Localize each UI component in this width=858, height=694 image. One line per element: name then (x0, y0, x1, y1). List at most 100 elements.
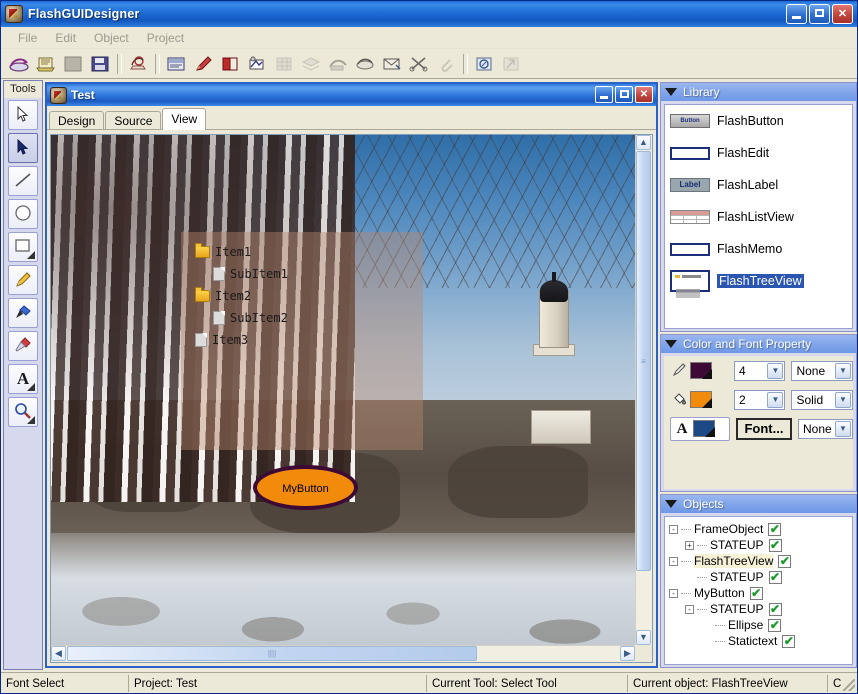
zoom-tool[interactable] (8, 397, 38, 427)
objects-row-stateup[interactable]: - STATEUP ✔ (669, 601, 852, 617)
scissors-icon[interactable] (406, 52, 432, 76)
run-icon[interactable] (498, 52, 524, 76)
scroll-right-button[interactable]: ▶ (620, 646, 635, 661)
select-tool[interactable] (8, 100, 38, 130)
document-close-button[interactable]: ✕ (635, 86, 653, 103)
text-color-picker[interactable]: A (670, 417, 730, 441)
expander-icon[interactable] (685, 573, 694, 582)
menu-item-object[interactable]: Object (85, 29, 138, 47)
resize-grip-icon[interactable] (843, 679, 855, 691)
font-button[interactable]: Font... (736, 418, 792, 440)
objects-row-stateup[interactable]: + STATEUP ✔ (669, 537, 852, 553)
text-style-combo[interactable]: None ▼ (798, 419, 853, 439)
library-item-flashedit[interactable]: FlashEdit (665, 137, 852, 169)
book-icon[interactable] (217, 52, 243, 76)
save-icon[interactable] (60, 52, 86, 76)
fill-style-combo[interactable]: Solid ▼ (791, 390, 853, 410)
chevron-down-icon[interactable]: ▼ (835, 421, 851, 437)
eyedropper-tool[interactable] (8, 331, 38, 361)
chevron-down-icon[interactable]: ▼ (767, 392, 783, 408)
expander-icon[interactable]: - (669, 589, 678, 598)
grid-icon[interactable] (271, 52, 297, 76)
shape-icon[interactable] (352, 52, 378, 76)
treeview-row[interactable]: SubItem2 (195, 308, 423, 328)
layers-icon[interactable] (298, 52, 324, 76)
objects-row-checkbox[interactable]: ✔ (778, 555, 791, 568)
treeview-row[interactable]: Item3 (195, 330, 423, 350)
expander-icon[interactable] (703, 637, 712, 646)
objects-row-checkbox[interactable]: ✔ (750, 587, 763, 600)
caret-down-icon[interactable] (665, 88, 677, 96)
scroll-up-button[interactable]: ▲ (636, 135, 651, 150)
tab-source[interactable]: Source (105, 111, 161, 130)
design-canvas[interactable]: Item1 SubItem1 Item2 SubItem2 (51, 135, 635, 645)
chevron-down-icon[interactable]: ▼ (835, 363, 851, 379)
menu-item-file[interactable]: File (9, 29, 46, 47)
library-item-flashtreeview[interactable]: FlashTreeView (665, 265, 852, 297)
library-item-flashlistview[interactable]: FlashListView (665, 201, 852, 233)
library-panel-header[interactable]: Library (661, 83, 856, 101)
pen-color-picker[interactable] (670, 362, 728, 380)
objects-row-checkbox[interactable]: ✔ (769, 539, 782, 552)
ellipse-tool[interactable] (8, 199, 38, 229)
expander-icon[interactable]: - (685, 605, 694, 614)
minimize-button[interactable] (786, 4, 807, 24)
horizontal-scroll-thumb[interactable]: |||| (67, 646, 477, 661)
tab-view[interactable]: View (162, 108, 206, 130)
menu-item-edit[interactable]: Edit (46, 29, 85, 47)
objects-row-statictext[interactable]: Statictext ✔ (669, 633, 852, 649)
color-font-panel-header[interactable]: Color and Font Property (661, 335, 856, 353)
pen-color-swatch[interactable] (690, 362, 712, 379)
scroll-down-button[interactable]: ▼ (636, 630, 651, 645)
objects-row-checkbox[interactable]: ✔ (768, 523, 781, 536)
mybutton-widget[interactable]: MyButton (253, 465, 358, 510)
pencil-tool[interactable] (8, 265, 38, 295)
line-tool[interactable] (8, 166, 38, 196)
fill-width-combo[interactable]: 2 ▼ (734, 390, 785, 410)
objects-row-flashtreeview[interactable]: - FlashTreeView ✔ (669, 553, 852, 569)
expander-icon[interactable]: + (685, 541, 694, 550)
envelope-icon[interactable] (379, 52, 405, 76)
chevron-down-icon[interactable]: ▼ (767, 363, 783, 379)
treeview-row[interactable]: Item1 (195, 242, 423, 262)
animate-icon[interactable] (325, 52, 351, 76)
objects-row-checkbox[interactable]: ✔ (769, 603, 782, 616)
library-item-flashlabel[interactable]: Label FlashLabel (665, 169, 852, 201)
new-icon[interactable] (6, 52, 32, 76)
menu-item-project[interactable]: Project (138, 29, 193, 47)
treeview-row[interactable]: SubItem1 (195, 264, 423, 284)
maximize-button[interactable] (809, 4, 830, 24)
caret-down-icon[interactable] (665, 500, 677, 508)
canvas-vertical-scrollbar[interactable]: ▲ ≡ ▼ (635, 135, 652, 645)
objects-row-stateup[interactable]: STATEUP ✔ (669, 569, 852, 585)
export-icon[interactable] (125, 52, 151, 76)
treeview-row[interactable]: Item2 (195, 286, 423, 306)
objects-row-frameobject[interactable]: - FrameObject ✔ (669, 521, 852, 537)
brush-tool[interactable] (8, 298, 38, 328)
expander-icon[interactable]: - (669, 557, 678, 566)
chevron-down-icon[interactable]: ▼ (835, 392, 851, 408)
canvas-horizontal-scrollbar[interactable]: ◀ |||| ▶ (51, 645, 635, 662)
pen-style-combo[interactable]: None ▼ (791, 361, 853, 381)
fill-color-picker[interactable] (670, 391, 728, 409)
objects-panel-header[interactable]: Objects (661, 495, 856, 513)
objects-row-mybutton[interactable]: - MyButton ✔ (669, 585, 852, 601)
paint-icon[interactable] (244, 52, 270, 76)
objects-row-checkbox[interactable]: ✔ (782, 635, 795, 648)
flash-treeview-widget[interactable]: Item1 SubItem1 Item2 SubItem2 (181, 232, 423, 450)
document-minimize-button[interactable] (595, 86, 613, 103)
text-tool[interactable]: A (8, 364, 38, 394)
scroll-left-button[interactable]: ◀ (51, 646, 66, 661)
pen-width-combo[interactable]: 4 ▼ (734, 361, 785, 381)
open-icon[interactable] (33, 52, 59, 76)
frame-icon[interactable] (163, 52, 189, 76)
library-item-flashbutton[interactable]: Button FlashButton (665, 105, 852, 137)
document-maximize-button[interactable] (615, 86, 633, 103)
tab-design[interactable]: Design (49, 111, 104, 130)
rectangle-tool[interactable] (8, 232, 38, 262)
library-item-flashmemo[interactable]: FlashMemo (665, 233, 852, 265)
objects-row-ellipse[interactable]: Ellipse ✔ (669, 617, 852, 633)
close-button[interactable]: ✕ (832, 4, 853, 24)
text-color-swatch[interactable] (693, 420, 715, 437)
preview-icon[interactable] (471, 52, 497, 76)
